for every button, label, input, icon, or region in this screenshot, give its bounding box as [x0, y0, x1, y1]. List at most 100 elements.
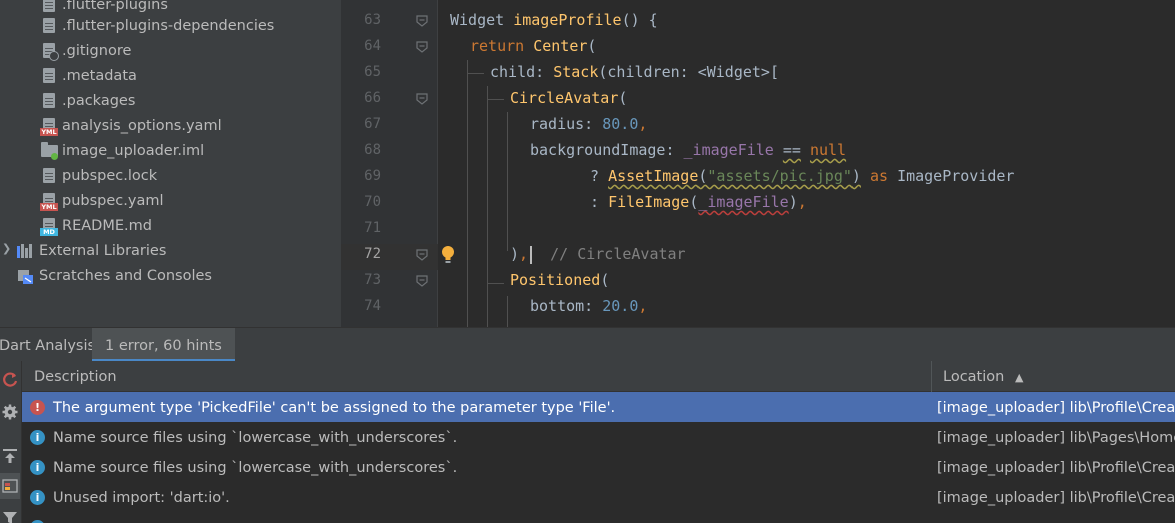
- code-line[interactable]: ), // CircleAvatar: [510, 241, 686, 267]
- tree-item-external-libraries[interactable]: External Libraries: [17, 238, 166, 263]
- refresh-icon[interactable]: [0, 366, 20, 392]
- line-number[interactable]: 68: [341, 137, 381, 163]
- code-line[interactable]: backgroundImage: _imageFile == null: [530, 137, 846, 163]
- code-token: child:: [490, 63, 554, 81]
- code-line[interactable]: Positioned(: [510, 267, 609, 293]
- line-number[interactable]: 64: [341, 33, 381, 59]
- tree-item-gitignore[interactable]: .gitignore: [40, 38, 131, 63]
- code-token: :: [590, 193, 609, 211]
- tree-item-packages[interactable]: .packages: [40, 88, 135, 113]
- filter-icon[interactable]: [0, 505, 20, 523]
- line-number[interactable]: 65: [341, 59, 381, 85]
- code-line[interactable]: ? AssetImage("assets/pic.jpg") as ImageP…: [590, 163, 1014, 189]
- file-icon: [40, 16, 58, 36]
- group-by-severity-icon[interactable]: [0, 473, 20, 499]
- code-token: ,: [519, 245, 529, 263]
- problem-description: Name source files using `lowercase_with_…: [53, 460, 458, 476]
- code-token: ,: [797, 193, 807, 211]
- tree-item-flutter-plugins-dependencies[interactable]: .flutter-plugins-dependencies: [40, 13, 274, 38]
- file-icon: [40, 91, 58, 111]
- tree-item-label: analysis_options.yaml: [62, 117, 222, 134]
- code-line[interactable]: radius: 80.0,: [530, 111, 647, 137]
- code-token: ==: [782, 141, 801, 159]
- tree-item-scratches-and-consoles[interactable]: Scratches and Consoles: [17, 263, 212, 288]
- line-number[interactable]: 67: [341, 111, 381, 137]
- tree-item-metadata[interactable]: .metadata: [40, 63, 137, 88]
- info-icon: i: [30, 430, 45, 445]
- info-icon: i: [30, 490, 45, 505]
- code-token: Positioned: [510, 271, 601, 289]
- code-line[interactable]: : FileImage(_imageFile),: [590, 189, 807, 215]
- code-line[interactable]: return Center(: [470, 33, 596, 59]
- pin-up-icon[interactable]: [0, 443, 20, 469]
- code-line[interactable]: Widget imageProfile() {: [450, 7, 658, 33]
- tree-item-label: pubspec.lock: [62, 167, 158, 184]
- line-number[interactable]: 63: [341, 7, 381, 33]
- column-header-description[interactable]: Description: [34, 361, 117, 392]
- settings-gear-icon[interactable]: [0, 399, 20, 425]
- code-token: ImageProvider: [897, 167, 1015, 185]
- code-token: (: [618, 89, 628, 107]
- code-token: ): [788, 193, 798, 211]
- table-row[interactable]: i Name source files using `lowercase_with…: [22, 422, 1175, 452]
- fold-marker-icon[interactable]: [416, 15, 428, 27]
- code-token: (: [600, 271, 610, 289]
- tree-item-pubspec-yaml[interactable]: YML pubspec.yaml: [40, 188, 163, 213]
- line-number[interactable]: 66: [341, 85, 381, 111]
- line-number[interactable]: 69: [341, 163, 381, 189]
- code-token: return: [470, 37, 534, 55]
- line-number[interactable]: 73: [341, 267, 381, 293]
- line-number[interactable]: 74: [341, 293, 381, 319]
- code-line[interactable]: bottom: 20.0,: [530, 293, 647, 319]
- indent-guide: [487, 86, 488, 327]
- line-number[interactable]: 71: [341, 215, 381, 241]
- error-icon: !: [30, 400, 45, 415]
- sort-ascending-icon: ▲: [1014, 371, 1024, 384]
- code-line[interactable]: child: Stack(children: <Widget>[: [490, 59, 779, 85]
- tree-item-analysis-options[interactable]: YML analysis_options.yaml: [40, 113, 222, 138]
- line-number[interactable]: 72: [341, 241, 381, 267]
- problem-location: [image_uploader] lib\Profile\CreateI: [937, 490, 1175, 506]
- table-row[interactable]: i Name source files using `lowercase_with…: [22, 452, 1175, 482]
- fold-marker-icon[interactable]: [416, 249, 428, 261]
- tree-item-label: .flutter-plugins: [62, 0, 168, 13]
- lightbulb-icon[interactable]: [441, 245, 455, 265]
- code-token: ): [510, 245, 520, 263]
- libraries-icon: [17, 241, 35, 261]
- code-token: "assets/pic.jpg": [707, 167, 852, 185]
- code-token: null: [809, 141, 847, 159]
- tab-dart-analysis[interactable]: Dart Analysis: [0, 328, 101, 362]
- yaml-file-icon: YML: [40, 191, 58, 211]
- code-token: (: [587, 37, 597, 55]
- tree-item-readme[interactable]: MD README.md: [40, 213, 152, 238]
- fold-marker-icon[interactable]: [416, 41, 428, 53]
- indent-guide: [507, 296, 508, 327]
- tree-item-label: .gitignore: [62, 42, 132, 59]
- code-token: (children: <Widget>[: [598, 63, 779, 81]
- code-token: ,: [638, 115, 648, 133]
- code-token: // CircleAvatar: [532, 245, 686, 263]
- line-number[interactable]: 70: [341, 189, 381, 215]
- chevron-right-icon[interactable]: ❯: [2, 242, 11, 255]
- code-line[interactable]: CircleAvatar(: [510, 85, 627, 111]
- code-token: backgroundImage:: [530, 141, 684, 159]
- problem-description: Name source files using `lowercase_with_…: [53, 430, 458, 446]
- table-row[interactable]: [22, 512, 1175, 523]
- panel-toolbar: [0, 361, 22, 523]
- markdown-file-icon: MD: [40, 216, 58, 236]
- code-token: () {: [621, 11, 658, 29]
- tree-item-pubspec-lock[interactable]: pubspec.lock: [40, 163, 157, 188]
- tree-item-image-uploader-iml[interactable]: image_uploader.iml: [40, 138, 204, 163]
- table-row[interactable]: ! The argument type 'PickedFile' can't be…: [22, 392, 1175, 422]
- fold-marker-icon[interactable]: [416, 275, 428, 287]
- column-header-location[interactable]: Location ▲: [943, 361, 1023, 392]
- indent-guide: [487, 99, 504, 100]
- code-token: 80.0: [602, 115, 639, 133]
- fold-marker-icon[interactable]: [416, 93, 428, 105]
- column-divider[interactable]: [931, 361, 932, 392]
- table-row[interactable]: i Unused import: 'dart:io'. [image_uploade…: [22, 482, 1175, 512]
- scratches-icon: [17, 266, 35, 286]
- tab-errors-summary[interactable]: 1 error, 60 hints: [92, 328, 235, 362]
